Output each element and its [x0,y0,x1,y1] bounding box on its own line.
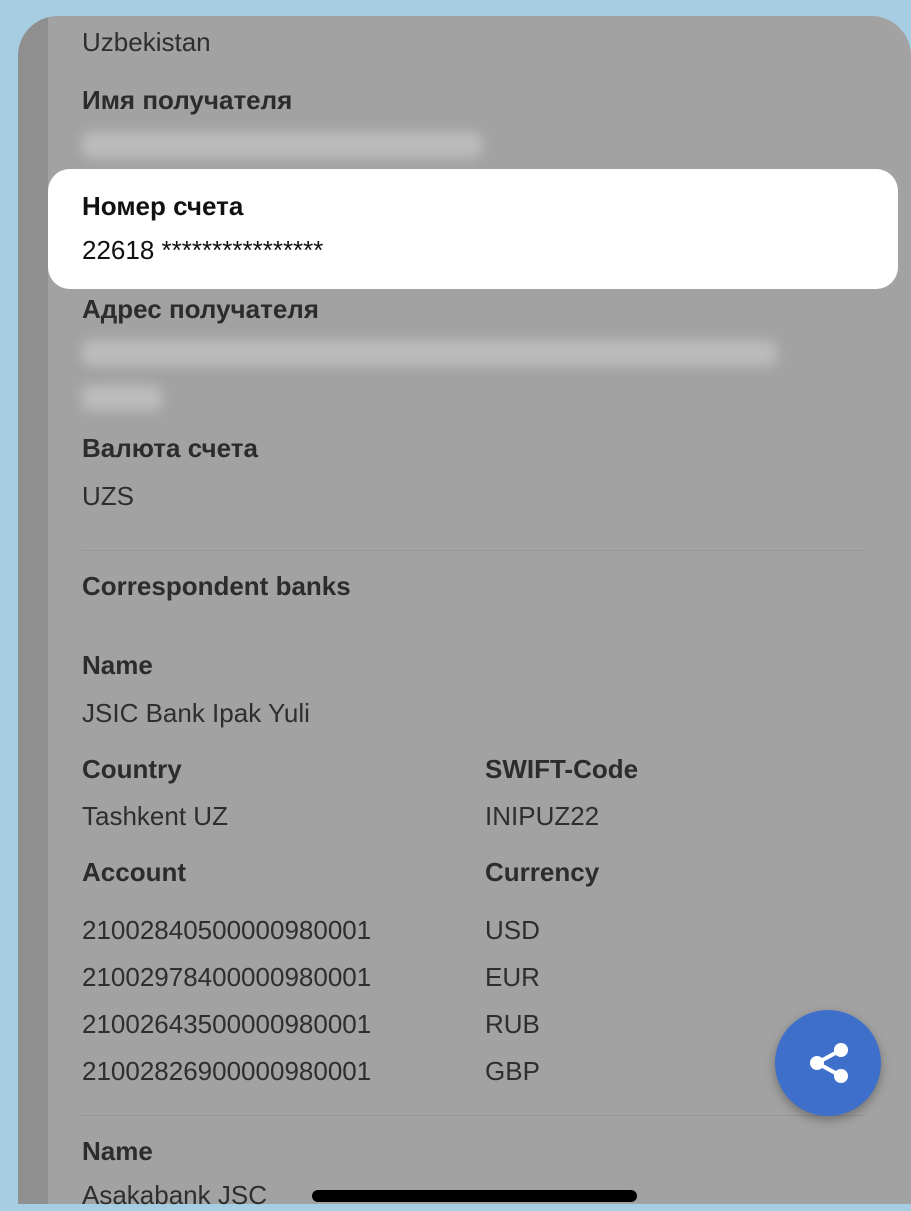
share-button[interactable] [775,1010,881,1116]
section-divider [82,550,866,551]
country-value-top: Uzbekistan [82,27,211,57]
bank1-name-label: Name [82,650,153,680]
bank1-currency-row: RUB [485,1009,540,1039]
account-currency-value: UZS [82,481,134,511]
bank1-country-value: Tashkent UZ [82,801,228,831]
bank1-currency-row: USD [485,915,540,945]
home-indicator [312,1190,637,1202]
bank1-account-row: 21002978400000980001 [82,962,372,992]
bank1-swift-value: INIPUZ22 [485,801,600,831]
bank1-account-row: 21002840500000980001 [82,915,372,945]
recipient-name-label: Имя получателя [82,85,293,115]
account-number-label: Номер счета [82,191,244,221]
bank1-account-label: Account [82,857,186,887]
bank1-name-value: JSIC Bank Ipak Yuli [82,698,310,728]
bank1-country-label: Country [82,754,182,784]
recipient-address-blurred-line2 [82,385,162,411]
recipient-address-label: Адрес получателя [82,294,319,324]
bank1-currency-label: Currency [485,857,600,887]
bank-divider [82,1115,866,1116]
bank1-swift-label: SWIFT-Code [485,754,639,784]
recipient-name-blurred [82,132,482,158]
bank2-name-value: Asakabank JSC [82,1180,267,1210]
share-icon [810,1043,848,1083]
recipient-address-blurred-line1 [82,340,777,366]
bank2-name-label: Name [82,1136,153,1166]
bank1-currency-row: GBP [485,1056,540,1086]
account-currency-label: Валюта счета [82,433,258,463]
bank1-currency-row: EUR [485,962,540,992]
underlying-screen-edge [18,16,48,1204]
bank1-account-row: 21002826900000980001 [82,1056,372,1086]
account-number-highlight[interactable] [48,169,898,289]
correspondent-banks-title: Correspondent banks [82,571,351,601]
account-number-value: 22618 **************** [82,235,324,265]
bank1-account-row: 21002643500000980001 [82,1009,372,1039]
